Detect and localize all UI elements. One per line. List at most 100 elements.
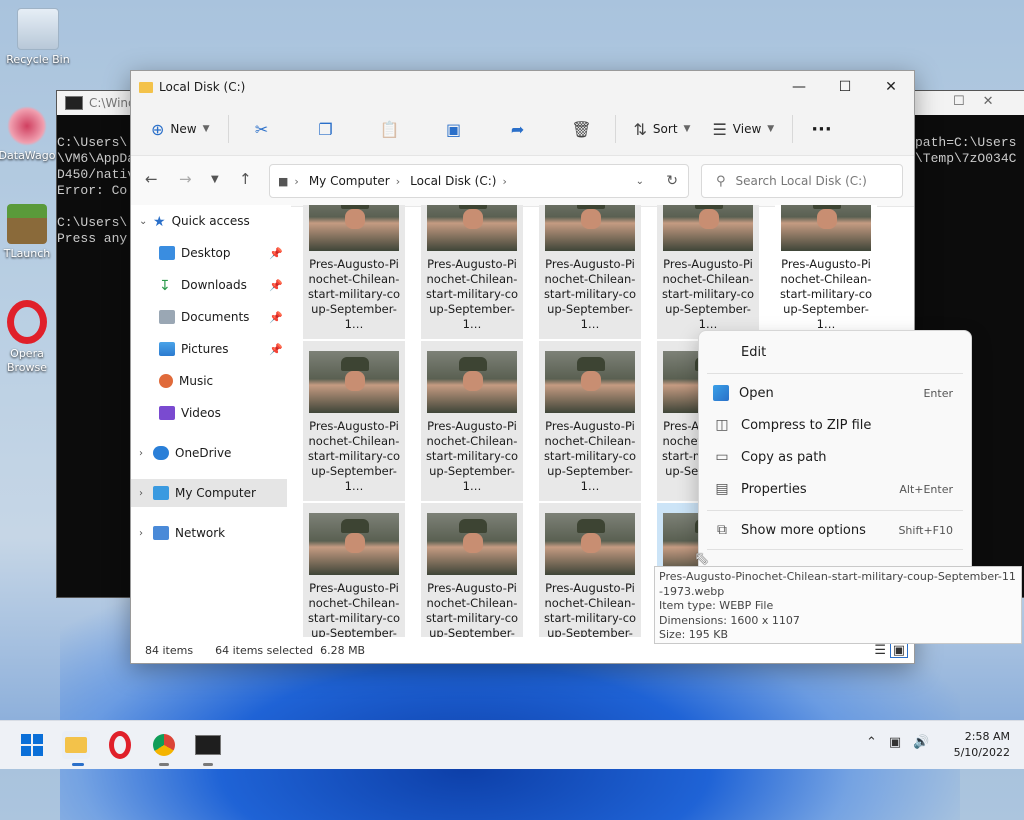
context-show-more-options[interactable]: ⧉ Show more options Shift+F10 (707, 515, 963, 545)
desktop-icon-label: DataWago (0, 149, 56, 162)
desktop-icon-recycle-bin[interactable]: Recycle Bin (2, 8, 74, 67)
cut-button[interactable]: ✂ (239, 112, 285, 146)
file-tile[interactable]: Pres-Augusto-Pinochet-Chilean-start-mili… (303, 341, 405, 501)
taskbar: ⌃ ▣ 🔊 2:58 AM 5/10/2022 (0, 720, 1024, 769)
tiles-view-icon[interactable]: ▣ (889, 642, 908, 658)
file-tile[interactable]: Pres-Augusto-Pinochet-Chilean-start-mili… (539, 341, 641, 501)
context-compress-zip[interactable]: ◫ Compress to ZIP file (707, 410, 963, 440)
recent-locations-button[interactable]: ▼ (211, 174, 219, 185)
pin-icon: 📌 (269, 246, 283, 260)
address-dropdown-icon[interactable]: ⌄ (636, 176, 644, 187)
context-label: Properties (741, 481, 807, 497)
opera-icon (7, 300, 47, 344)
desktop-icon-opera[interactable]: Opera Browse (0, 300, 60, 375)
nav-label: Downloads (181, 278, 247, 292)
share-button[interactable]: ➦ (495, 112, 541, 146)
context-properties[interactable]: ▤ Properties Alt+Enter (707, 474, 963, 504)
datawago-icon (7, 106, 47, 146)
image-thumbnail (427, 513, 517, 575)
breadcrumb-local-disk[interactable]: Local Disk (C:) (410, 174, 496, 188)
console-window-controls: ☐ ✕ (953, 94, 1019, 109)
taskbar-file-explorer[interactable] (62, 731, 90, 759)
file-tile[interactable]: Pres-Augusto-Pinochet-Chilean-start-mili… (657, 205, 759, 339)
nav-item-downloads[interactable]: ↧ Downloads 📌 (131, 271, 287, 299)
paste-button[interactable]: 📋 (367, 112, 413, 146)
desktop-icon-datawago[interactable]: DataWago (0, 106, 60, 163)
blank-icon (713, 344, 731, 360)
delete-button[interactable]: 🗑 (559, 112, 605, 146)
nav-quick-access[interactable]: ⌄ ★ Quick access (131, 207, 287, 235)
toolbar-divider (614, 115, 616, 143)
taskbar-chrome[interactable] (150, 731, 178, 759)
clipboard-icon: 📋 (379, 119, 400, 139)
explorer-titlebar[interactable]: Local Disk (C:) — ☐ ✕ (131, 71, 914, 103)
refresh-icon[interactable]: ↻ (666, 173, 678, 189)
file-name: Pres-Augusto-Pinochet-Chilean-start-mili… (307, 419, 401, 493)
forward-button[interactable]: → (179, 170, 192, 188)
search-box[interactable]: ⚲ Search Local Disk (C:) (701, 164, 903, 198)
nav-item-documents[interactable]: Documents 📌 (131, 303, 287, 331)
sort-button[interactable]: ⇅ Sort ▼ (626, 112, 699, 146)
network-status-icon[interactable]: ▣ (889, 735, 901, 750)
context-edit[interactable]: Edit (707, 337, 963, 367)
nav-label: Pictures (181, 342, 229, 356)
back-button[interactable]: ← (145, 170, 158, 188)
copy-button[interactable]: ❐ (303, 112, 349, 146)
desktop-icon-tlauncher[interactable]: TLaunch (0, 204, 60, 261)
file-name: Pres-Augusto-Pinochet-Chilean-start-mili… (307, 257, 401, 331)
nav-onedrive[interactable]: › OneDrive (131, 439, 287, 467)
context-copy-path[interactable]: ▭ Copy as path (707, 442, 963, 472)
minimize-button[interactable]: — (776, 71, 822, 103)
more-options-button[interactable]: ··· (803, 112, 840, 146)
taskbar-opera[interactable] (106, 731, 134, 759)
view-button[interactable]: ☰ View ▼ (704, 112, 782, 146)
up-button[interactable]: ↑ (239, 170, 252, 188)
maximize-button[interactable]: ☐ (822, 71, 868, 103)
file-tile[interactable]: Pres-Augusto-Pinochet-Chilean-start-mili… (303, 503, 405, 637)
toolbar-divider (227, 115, 229, 143)
volume-icon[interactable]: 🔊 (913, 735, 929, 750)
file-tile[interactable]: Pres-Augusto-Pinochet-Chilean-start-mili… (421, 341, 523, 501)
file-tile[interactable]: Pres-Augusto-Pinochet-Chilean-start-mili… (539, 503, 641, 637)
nav-my-computer[interactable]: › My Computer (131, 479, 287, 507)
rename-button[interactable]: ▣ (431, 112, 477, 146)
file-name: Pres-Augusto-Pinochet-Chilean-start-mili… (543, 419, 637, 493)
details-view-icon[interactable]: ☰ (874, 643, 886, 658)
context-open[interactable]: Open Enter (707, 378, 963, 408)
nav-item-music[interactable]: Music (131, 367, 287, 395)
breadcrumb-my-computer[interactable]: My Computer (309, 174, 390, 188)
nav-item-desktop[interactable]: Desktop 📌 (131, 239, 287, 267)
image-thumbnail (309, 513, 399, 575)
clock-time: 2:58 AM (964, 730, 1010, 743)
file-tile[interactable]: Pres-Augusto-Pinochet-Chilean-start-mili… (775, 205, 877, 339)
taskbar-command-prompt[interactable] (194, 731, 222, 759)
context-menu: Edit Open Enter ◫ Compress to ZIP file ▭… (698, 330, 972, 574)
nav-item-pictures[interactable]: Pictures 📌 (131, 335, 287, 363)
pin-icon: 📌 (269, 342, 283, 356)
file-tile[interactable]: Pres-Augusto-Pinochet-Chilean-start-mili… (421, 205, 523, 339)
file-tile[interactable]: Pres-Augusto-Pinochet-Chilean-start-mili… (421, 503, 523, 637)
close-icon[interactable]: ✕ (983, 94, 994, 109)
nav-label: Network (175, 526, 226, 540)
chevron-up-icon[interactable]: ⌃ (866, 735, 877, 750)
file-name: Pres-Augusto-Pinochet-Chilean-start-mili… (661, 257, 755, 331)
close-button[interactable]: ✕ (868, 71, 914, 103)
desktop-icon-label: Opera Browse (6, 347, 48, 374)
file-tile[interactable]: Pres-Augusto-Pinochet-Chilean-start-mili… (539, 205, 641, 339)
file-tile[interactable]: Pres-Augusto-Pinochet-Chilean-start-mili… (303, 205, 405, 339)
nav-item-videos[interactable]: Videos (131, 399, 287, 427)
chevron-right-icon: › (139, 527, 143, 539)
start-button[interactable] (18, 731, 46, 759)
scissors-icon: ✂ (254, 119, 269, 139)
address-bar-row: ← → ▼ ↑ ■ › My Computer › Local Disk (C:… (131, 156, 914, 207)
video-icon (159, 406, 175, 420)
chevron-down-icon: ▼ (767, 124, 775, 134)
tooltip-item-type: Item type: WEBP File (659, 599, 774, 612)
maximize-icon[interactable]: ☐ (953, 94, 965, 109)
clock[interactable]: 2:58 AM 5/10/2022 (954, 729, 1010, 761)
address-bar[interactable]: ■ › My Computer › Local Disk (C:) › ⌄ ↻ (269, 164, 689, 198)
active-indicator (72, 763, 84, 766)
file-name: Pres-Augusto-Pinochet-Chilean-start-mili… (543, 257, 637, 331)
nav-network[interactable]: › Network (131, 519, 287, 547)
new-button[interactable]: ⊕ New ▼ (143, 112, 218, 146)
